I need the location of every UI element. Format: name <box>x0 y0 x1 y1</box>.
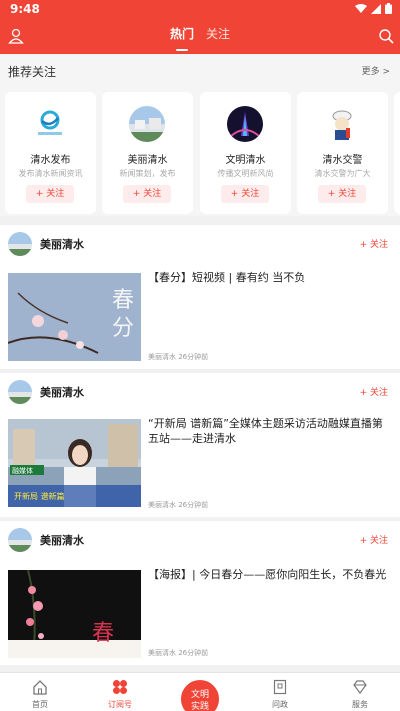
follow-button[interactable]: + 关注 <box>123 185 171 203</box>
meili-qingshui-logo <box>129 106 165 142</box>
feed-source: 美丽清水 <box>40 238 84 251</box>
feed-meta: 美丽清水 26分钟前 <box>148 353 209 361</box>
avatar <box>8 232 32 256</box>
avatar <box>8 528 32 552</box>
feed-title[interactable]: “开新局 谱新篇”全媒体主题采访活动融媒直播第五站——走进清水 <box>148 416 388 446</box>
feed-meta: 美丽清水 26分钟前 <box>148 501 209 509</box>
nav-label: 首页 <box>32 700 48 709</box>
subscription-icon <box>113 680 127 694</box>
status-icons <box>355 3 392 14</box>
more-link[interactable]: 更多 > <box>362 64 390 77</box>
recommend-card[interactable]: 美丽清水 新闻策划，发布 + 关注 <box>102 92 193 214</box>
thumb-text: 融媒体 <box>12 466 33 475</box>
recommend-desc: 发布清水新闻资讯 <box>18 169 83 178</box>
app-screen: 9:48 热门 关注 推荐关注 更多 > 清水发布 发布清水新闻资讯 + 关注 … <box>0 0 400 711</box>
recommend-desc: 清水交警为广大 <box>314 169 371 178</box>
search-icon[interactable] <box>378 28 394 44</box>
recommend-card[interactable]: 清水交警 清水交警为广大 + 关注 <box>297 92 388 214</box>
wifi-icon <box>355 3 367 13</box>
feed-thumbnail[interactable]: 春 <box>8 570 141 658</box>
feed-title[interactable]: 【春分】短视频 | 春有约 当不负 <box>148 270 388 285</box>
thumb-text: 春 <box>92 621 114 646</box>
feed-card[interactable]: 美丽清水 + 关注 开新局 谱新篇 融媒体 “开新局 谱新篇”全媒体主题采访活动… <box>0 373 400 517</box>
recommend-header: 推荐关注 更多 > <box>0 54 400 86</box>
nav-subscription[interactable]: 订阅号 <box>80 673 160 711</box>
feed-card[interactable]: 美丽清水 + 关注 春 【海报】| 今日春分——愿你向阳生长，不负春光 美丽清水… <box>0 521 400 665</box>
recommend-desc: 传播文明新风尚 <box>217 169 274 178</box>
traffic-police-logo <box>324 106 360 142</box>
thumb-text: 分 <box>112 316 134 341</box>
thumb-text: 春 <box>112 288 134 313</box>
wenzheng-icon <box>273 679 287 695</box>
recommend-card[interactable]: 文明清水 传播文明新风尚 + 关注 <box>200 92 291 214</box>
top-tabs: 热门 关注 <box>0 26 400 52</box>
follow-button[interactable]: + 关注 <box>360 385 388 398</box>
signal-icon <box>371 3 381 14</box>
feed-header: 美丽清水 + 关注 <box>0 373 400 411</box>
feed-thumbnail[interactable]: 春 分 <box>8 273 141 361</box>
diamond-icon <box>353 680 367 694</box>
feed-header: 美丽清水 + 关注 <box>0 521 400 559</box>
center-button-line1: 文明 <box>190 690 209 700</box>
feed-title[interactable]: 【海报】| 今日春分——愿你向阳生长，不负春光 <box>148 567 388 582</box>
nav-label: 服务 <box>352 700 368 709</box>
feed-source: 美丽清水 <box>40 386 84 399</box>
feed-thumbnail[interactable]: 开新局 谱新篇 融媒体 <box>8 419 141 507</box>
follow-button[interactable]: + 关注 <box>221 185 269 203</box>
feed-card[interactable]: 美丽清水 + 关注 春 分 【春分】短视频 | 春有约 当不负 美丽清水 26分… <box>0 225 400 369</box>
home-icon <box>33 680 47 695</box>
feed-meta: 美丽清水 26分钟前 <box>148 649 209 657</box>
top-bar: 9:48 热门 关注 <box>0 0 400 54</box>
recommend-title: 推荐关注 <box>8 65 57 79</box>
tab-follow[interactable]: 关注 <box>206 26 230 52</box>
recommend-card[interactable]: 清水发布 发布清水新闻资讯 + 关注 <box>5 92 96 214</box>
status-bar: 9:48 <box>0 0 400 20</box>
wenming-qingshui-logo <box>227 106 263 142</box>
recommend-desc: 新闻策划，发布 <box>119 169 176 178</box>
header: 热门 关注 <box>0 20 400 54</box>
follow-button[interactable]: + 关注 <box>318 185 366 203</box>
nav-wenzheng[interactable]: 问政 <box>240 673 320 711</box>
recommend-name: 美丽清水 <box>127 155 168 166</box>
follow-button[interactable]: + 关注 <box>360 237 388 250</box>
recommend-name: 清水交警 <box>322 155 363 166</box>
nav-label: 问政 <box>272 700 288 709</box>
qingshui-release-logo <box>32 106 68 142</box>
tab-hot[interactable]: 热门 <box>170 26 194 52</box>
nav-home[interactable]: 首页 <box>0 673 80 711</box>
feed-source: 美丽清水 <box>40 534 84 547</box>
center-button-line2: 实践 <box>190 702 209 711</box>
recommend-list: 清水发布 发布清水新闻资讯 + 关注 美丽清水 新闻策划，发布 + 关注 文明清… <box>0 86 400 216</box>
battery-icon <box>385 3 392 14</box>
recommend-name: 文明清水 <box>225 155 266 166</box>
follow-button[interactable]: + 关注 <box>26 185 74 203</box>
recommend-card-partial <box>394 92 400 214</box>
status-time: 9:48 <box>10 2 40 16</box>
recommend-name: 清水发布 <box>30 155 71 166</box>
feed-header: 美丽清水 + 关注 <box>0 225 400 263</box>
avatar <box>8 380 32 404</box>
thumb-text: 开新局 谱新篇 <box>14 491 65 501</box>
nav-service[interactable]: 服务 <box>320 673 400 711</box>
nav-label: 订阅号 <box>108 700 132 709</box>
follow-button[interactable]: + 关注 <box>360 533 388 546</box>
